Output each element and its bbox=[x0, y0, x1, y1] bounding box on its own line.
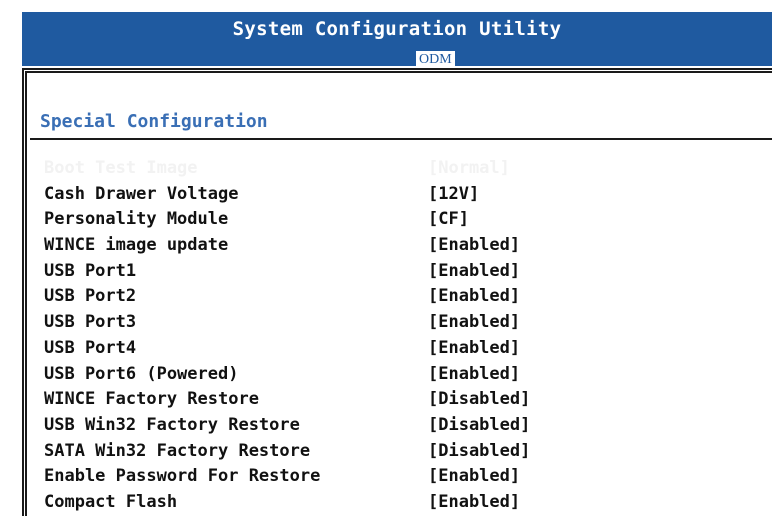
setting-row-enable-password-for-restore[interactable]: Enable Password For Restore [Enabled] bbox=[44, 465, 764, 491]
setting-value[interactable]: [Disabled] bbox=[428, 388, 530, 410]
setting-label: WINCE image update bbox=[44, 235, 229, 256]
setting-value[interactable]: [CF] bbox=[428, 208, 469, 230]
setting-row-personality-module[interactable]: Personality Module [CF] bbox=[44, 208, 764, 234]
setting-value[interactable]: [Normal] bbox=[428, 157, 510, 179]
setting-label: USB Port3 bbox=[44, 312, 137, 333]
setting-row-compact-flash[interactable]: Compact Flash [Enabled] bbox=[44, 491, 764, 516]
settings-list: Boot Test Image [Normal] Cash Drawer Vol… bbox=[44, 157, 764, 516]
setting-value[interactable]: [Disabled] bbox=[428, 414, 530, 436]
setting-label: USB Port1 bbox=[44, 260, 137, 281]
setting-row-usb-port3[interactable]: USB Port3 [Enabled] bbox=[44, 311, 764, 337]
setting-label: Boot Test Image bbox=[44, 158, 198, 178]
section-title: Special Configuration bbox=[40, 111, 268, 132]
setting-value[interactable]: [Enabled] bbox=[428, 234, 520, 256]
setting-label: USB Port2 bbox=[44, 286, 137, 307]
setting-row-cash-drawer-voltage[interactable]: Cash Drawer Voltage [12V] bbox=[44, 183, 764, 209]
setting-row-boot-test-image[interactable]: Boot Test Image [Normal] bbox=[44, 157, 764, 183]
setting-row-wince-image-update[interactable]: WINCE image update [Enabled] bbox=[44, 234, 764, 260]
setting-row-usb-port2[interactable]: USB Port2 [Enabled] bbox=[44, 285, 764, 311]
setting-label: USB Port4 bbox=[44, 337, 137, 358]
setting-value[interactable]: [Enabled] bbox=[428, 363, 520, 385]
tab-odm[interactable]: ODM bbox=[416, 51, 455, 68]
setting-row-usb-port4[interactable]: USB Port4 [Enabled] bbox=[44, 337, 764, 363]
setting-label: WINCE Factory Restore bbox=[44, 389, 259, 410]
setting-value[interactable]: [Enabled] bbox=[428, 260, 520, 282]
setting-label: Compact Flash bbox=[44, 491, 178, 512]
window-title: System Configuration Utility bbox=[232, 18, 562, 40]
setting-value[interactable]: [Enabled] bbox=[428, 465, 520, 487]
setting-label: USB Win32 Factory Restore bbox=[44, 414, 300, 435]
setting-value[interactable]: [Enabled] bbox=[428, 285, 520, 307]
setting-label: SATA Win32 Factory Restore bbox=[44, 440, 311, 461]
setting-label: Enable Password For Restore bbox=[44, 466, 321, 487]
setting-value[interactable]: [Disabled] bbox=[428, 440, 530, 462]
setting-row-sata-win32-factory-restore[interactable]: SATA Win32 Factory Restore [Disabled] bbox=[44, 440, 764, 466]
setting-value[interactable]: [Enabled] bbox=[428, 337, 520, 359]
setting-value[interactable]: [12V] bbox=[428, 183, 479, 205]
setting-row-usb-win32-factory-restore[interactable]: USB Win32 Factory Restore [Disabled] bbox=[44, 414, 764, 440]
setting-value[interactable]: [Enabled] bbox=[428, 311, 520, 333]
title-bar: System Configuration Utility ODM bbox=[22, 12, 772, 68]
setting-value[interactable]: [Enabled] bbox=[428, 491, 520, 513]
bios-screen: System Configuration Utility ODM Special… bbox=[0, 0, 772, 516]
section-divider bbox=[30, 138, 772, 140]
setting-row-usb-port6-powered[interactable]: USB Port6 (Powered) [Enabled] bbox=[44, 363, 764, 389]
setting-label: Cash Drawer Voltage bbox=[44, 183, 239, 204]
setting-row-wince-factory-restore[interactable]: WINCE Factory Restore [Disabled] bbox=[44, 388, 764, 414]
setting-label: USB Port6 (Powered) bbox=[44, 363, 239, 384]
setting-label: Personality Module bbox=[44, 209, 229, 230]
setting-row-usb-port1[interactable]: USB Port1 [Enabled] bbox=[44, 260, 764, 286]
